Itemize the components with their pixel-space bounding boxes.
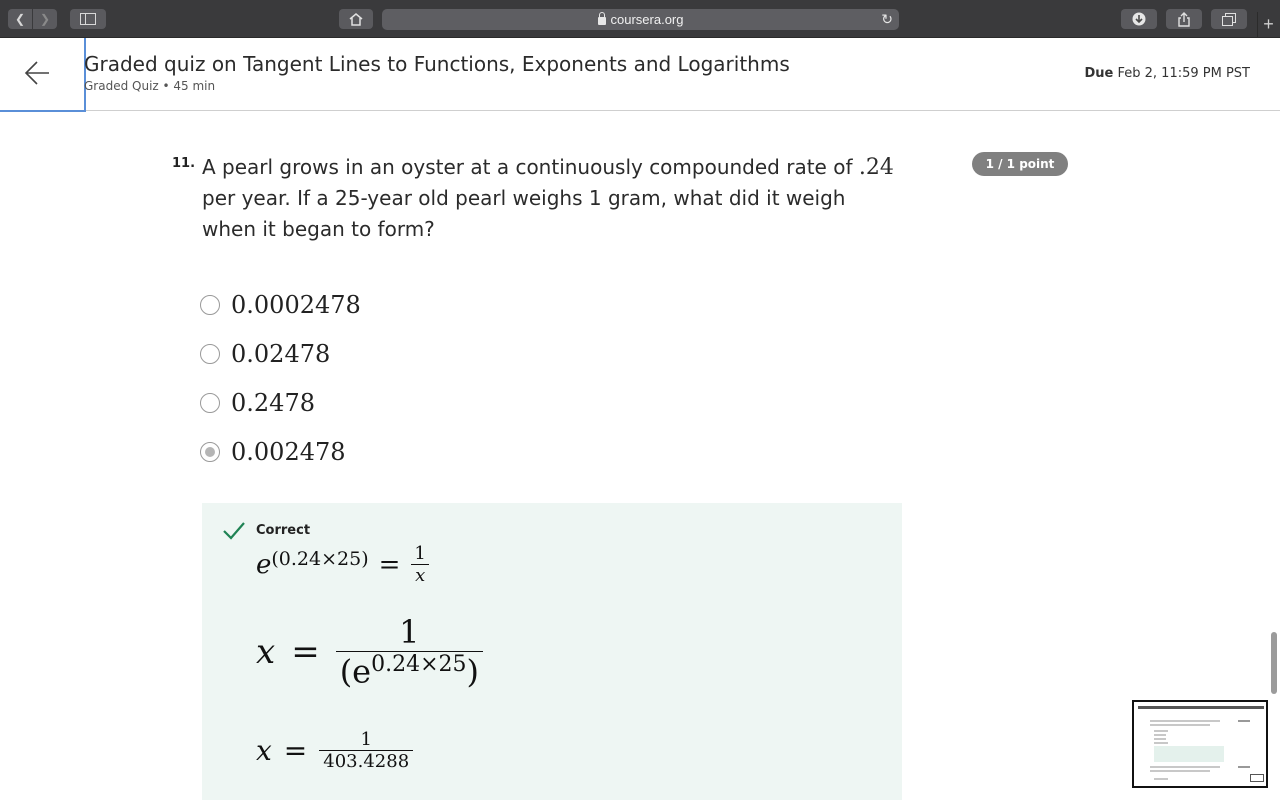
quiz-header: Graded quiz on Tangent Lines to Function… — [0, 38, 1280, 112]
question-number: 11. — [172, 156, 196, 171]
points-badge: 1 / 1 point — [972, 152, 1068, 176]
eq1-base: e — [256, 549, 272, 580]
answer-option-selected[interactable]: 0.002478 — [200, 436, 346, 468]
eq3-denominator: 403.4288 — [319, 750, 414, 772]
home-icon — [349, 12, 363, 26]
equation-1: e (0.24×25) = 1 x — [256, 543, 430, 586]
eq1-equals: = — [378, 549, 401, 580]
new-tab-button[interactable]: + — [1257, 12, 1279, 38]
reload-icon[interactable]: ↻ — [881, 11, 893, 28]
eq3-fraction: 1 403.4288 — [319, 729, 414, 772]
option-label: 0.02478 — [231, 340, 331, 368]
sidebar-icon — [80, 13, 96, 25]
answer-option[interactable]: 0.0002478 — [200, 289, 361, 321]
back-nav-button[interactable]: ❮ — [8, 9, 32, 29]
eq2-fraction: 1 (e0.24×25) — [335, 613, 484, 691]
eq2-denominator: (e0.24×25) — [335, 651, 484, 691]
option-label: 0.0002478 — [231, 291, 361, 319]
plus-icon: + — [1263, 14, 1274, 34]
downloads-button[interactable] — [1121, 9, 1157, 29]
question-text-part1: A pearl grows in an oyster at a continuo… — [202, 155, 853, 179]
radio-button[interactable] — [200, 295, 220, 315]
address-bar[interactable]: coursera.org ↻ — [382, 9, 899, 30]
checkmark-icon — [223, 522, 245, 540]
page-title: Graded quiz on Tangent Lines to Function… — [84, 52, 790, 76]
sidebar-toggle-button[interactable] — [70, 9, 106, 29]
eq2-numerator: 1 — [399, 613, 420, 651]
answer-option[interactable]: 0.02478 — [200, 338, 330, 370]
question-text-part2: per year. If a 25-year old pearl weighs … — [202, 186, 846, 241]
tab-overview-button[interactable] — [1211, 9, 1247, 29]
eq2-den-open: (e — [339, 652, 372, 691]
due-value: Feb 2, 11:59 PM PST — [1117, 66, 1250, 81]
radio-button-selected[interactable] — [200, 442, 220, 462]
scrollbar-thumb[interactable] — [1271, 632, 1277, 694]
share-button[interactable] — [1166, 9, 1202, 29]
browser-toolbar: ❮ ❯ coursera.org ↻ + — [0, 0, 1280, 38]
due-date: Due Feb 2, 11:59 PM PST — [1084, 66, 1250, 81]
answer-option[interactable]: 0.2478 — [200, 387, 315, 419]
option-label: 0.002478 — [231, 438, 346, 466]
eq2-den-close: ) — [466, 652, 480, 691]
chevron-right-icon: ❯ — [39, 12, 51, 26]
feedback-panel: Correct e (0.24×25) = 1 x x = 1 (e0.24×25… — [202, 503, 902, 800]
quiz-meta: Graded Quiz • 45 min — [84, 79, 216, 93]
equation-2: x = 1 (e0.24×25) — [256, 613, 484, 691]
question-rate: .24 — [858, 155, 894, 180]
lock-icon — [597, 11, 606, 25]
eq1-exponent: (0.24×25) — [271, 547, 369, 570]
tabs-icon — [1222, 12, 1236, 26]
chevron-left-icon: ❮ — [14, 12, 26, 26]
back-button[interactable] — [0, 38, 86, 112]
page-preview-thumbnail[interactable] — [1132, 700, 1268, 788]
download-icon — [1132, 12, 1146, 26]
eq1-denominator: x — [411, 564, 430, 586]
option-label: 0.2478 — [231, 389, 315, 417]
eq2-lhs: x — [256, 631, 276, 672]
home-button[interactable] — [339, 9, 373, 29]
eq3-numerator: 1 — [360, 729, 372, 750]
eq3-equals: = — [283, 734, 308, 767]
arrow-left-icon — [24, 61, 49, 85]
radio-button[interactable] — [200, 344, 220, 364]
eq2-equals: = — [291, 631, 320, 672]
question-text: A pearl grows in an oyster at a continuo… — [202, 152, 902, 245]
eq1-numerator: 1 — [414, 543, 426, 564]
preview-expand-icon[interactable] — [1250, 774, 1264, 782]
radio-button[interactable] — [200, 393, 220, 413]
due-label: Due — [1084, 66, 1114, 81]
url-text: coursera.org — [610, 12, 684, 27]
equation-3: x = 1 403.4288 — [256, 729, 414, 772]
feedback-status: Correct — [256, 523, 311, 538]
eq2-den-exponent: 0.24×25 — [371, 652, 467, 677]
eq3-lhs: x — [256, 734, 272, 767]
share-icon — [1178, 11, 1190, 27]
eq1-fraction: 1 x — [410, 543, 430, 586]
forward-nav-button[interactable]: ❯ — [33, 9, 57, 29]
